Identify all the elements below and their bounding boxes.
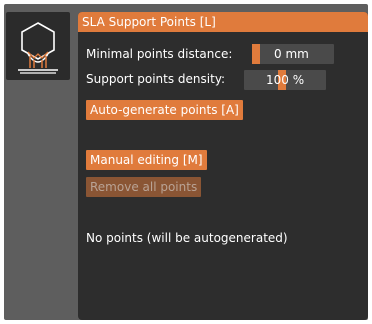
sla-support-points-panel: SLA Support Points [L] Minimal points di… (78, 12, 368, 320)
sla-support-points-icon (18, 22, 58, 74)
auto-generate-points-button[interactable]: Auto-generate points [A] (86, 100, 243, 120)
panel-title: SLA Support Points [L] (78, 12, 368, 32)
min-distance-value: 0 mm (274, 47, 309, 61)
manual-editing-button[interactable]: Manual editing [M] (86, 150, 207, 170)
status-text: No points (will be autogenerated) (86, 231, 288, 245)
sla-support-points-tool-button[interactable] (6, 12, 70, 80)
remove-all-points-button: Remove all points (86, 177, 202, 197)
density-label: Support points density: (86, 72, 226, 86)
min-distance-label: Minimal points distance: (86, 47, 233, 61)
density-value: 100 % (266, 73, 305, 87)
min-distance-slider[interactable]: 0 mm (252, 44, 334, 64)
density-slider[interactable]: 100 % (244, 70, 326, 90)
min-distance-slider-grab[interactable] (252, 44, 260, 64)
